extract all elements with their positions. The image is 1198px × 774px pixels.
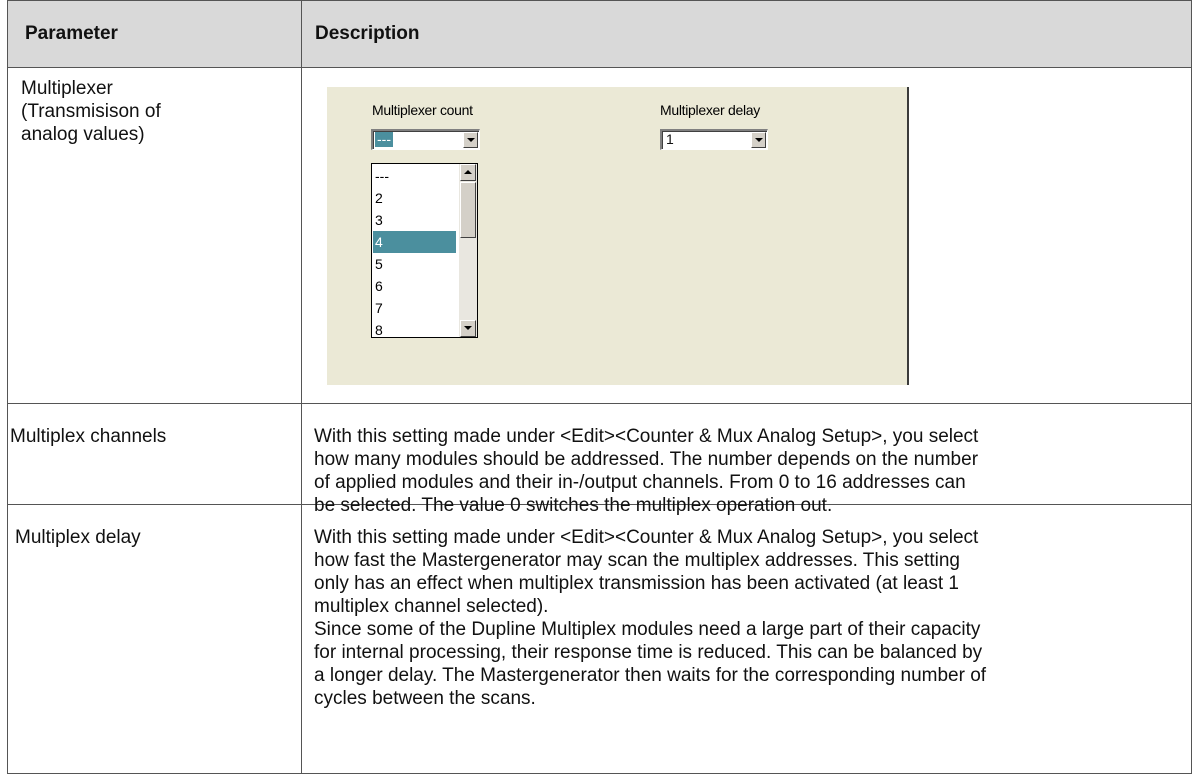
description-line: how many modules should be addressed. Th… — [314, 449, 979, 470]
parameter-table: Parameter Description Multiplexer (Trans… — [7, 0, 1192, 774]
chevron-down-icon — [755, 138, 763, 142]
parameter-cell: Multiplex channels — [10, 426, 167, 447]
chevron-up-icon — [464, 170, 472, 174]
multiplexer-delay-select[interactable]: 1 — [660, 129, 768, 150]
scrollbar-thumb[interactable] — [460, 182, 476, 238]
description-line: a longer delay. The Mastergenerator then… — [314, 665, 987, 686]
table-row-multiplexer: Multiplexer (Transmisison of analog valu… — [7, 67, 1192, 404]
parameter-cell: Multiplex delay — [15, 527, 141, 548]
chevron-down-icon — [467, 138, 475, 142]
column-divider — [301, 1, 302, 67]
scrollbar[interactable] — [459, 164, 477, 337]
multiplexer-delay-label: Multiplexer delay — [660, 102, 760, 118]
header-description: Description — [315, 23, 420, 44]
description-line: Since some of the Dupline Multiplex modu… — [314, 619, 981, 640]
dropdown-button[interactable] — [463, 132, 478, 148]
column-divider — [301, 504, 302, 773]
parameter-cell: Multiplexer (Transmisison of analog valu… — [21, 77, 161, 146]
multiplexer-count-select[interactable]: --- — [371, 129, 480, 150]
parameter-line: analog values) — [21, 124, 145, 145]
description-line: cycles between the scans. — [314, 688, 536, 709]
column-divider — [301, 67, 302, 403]
multiplexer-count-options[interactable]: --- 2 3 4 5 6 7 8 — [371, 163, 478, 338]
description-cell: With this setting made under <Edit><Coun… — [314, 526, 1184, 710]
header-parameter: Parameter — [25, 23, 118, 44]
list-item-selected[interactable]: 4 — [373, 231, 456, 253]
list-item[interactable]: 2 — [373, 187, 456, 209]
description-line: With this setting made under <Edit><Coun… — [314, 527, 979, 548]
multiplexer-settings-dialog: Multiplexer count --- --- 2 3 4 5 6 7 8 — [327, 87, 909, 385]
table-row-multiplex-channels: Multiplex channels With this setting mad… — [7, 403, 1192, 516]
scroll-down-button[interactable] — [460, 320, 476, 337]
description-line: how fast the Mastergenerator may scan th… — [314, 550, 960, 571]
scroll-up-button[interactable] — [460, 164, 476, 181]
table-header-row: Parameter Description — [7, 0, 1192, 68]
list-item[interactable]: 5 — [373, 253, 456, 275]
table-row-multiplex-delay: Multiplex delay With this setting made u… — [7, 504, 1192, 774]
dropdown-button[interactable] — [751, 132, 766, 148]
multiplexer-count-value: --- — [375, 131, 393, 147]
description-line: only has an effect when multiplex transm… — [314, 573, 959, 594]
parameter-line: (Transmisison of — [21, 101, 161, 122]
column-divider — [301, 403, 302, 504]
description-line: for internal processing, their response … — [314, 642, 983, 663]
description-line: With this setting made under <Edit><Coun… — [314, 426, 979, 447]
list-item[interactable]: 8 — [373, 319, 456, 341]
list-item[interactable]: --- — [373, 165, 456, 187]
description-line: of applied modules and their in-/output … — [314, 472, 966, 493]
list-item[interactable]: 7 — [373, 297, 456, 319]
parameter-line: Multiplexer — [21, 78, 113, 99]
multiplexer-count-label: Multiplexer count — [372, 102, 473, 118]
chevron-down-icon — [464, 326, 472, 330]
list-item[interactable]: 6 — [373, 275, 456, 297]
multiplexer-delay-value: 1 — [666, 131, 674, 147]
list-item[interactable]: 3 — [373, 209, 456, 231]
description-line: multiplex channel selected). — [314, 596, 549, 617]
